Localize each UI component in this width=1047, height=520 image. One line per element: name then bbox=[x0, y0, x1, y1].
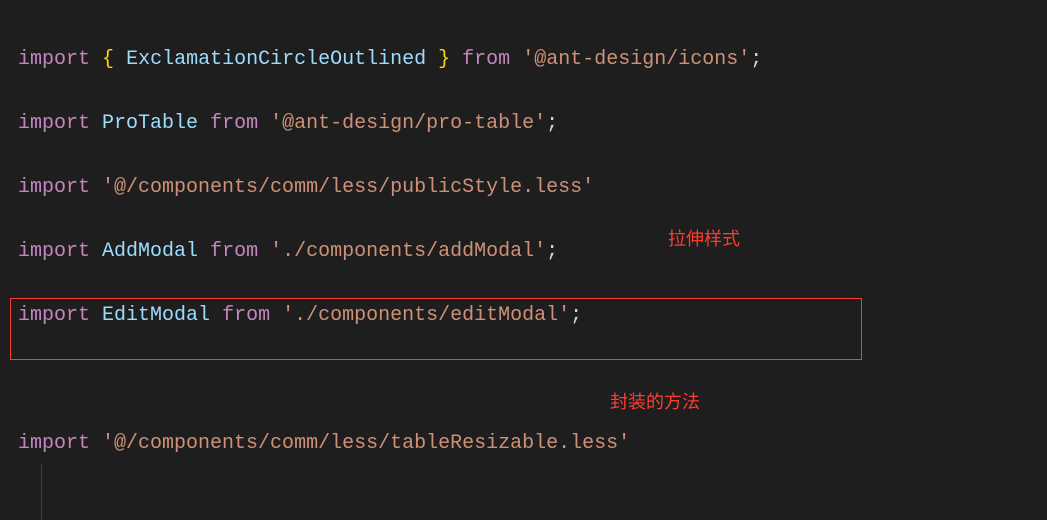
string-literal: './components/editModal' bbox=[282, 304, 570, 327]
indent-guide bbox=[41, 464, 42, 520]
string-literal: './components/addModal' bbox=[270, 240, 546, 263]
annotation-stretch-style: 拉伸样式 bbox=[668, 225, 740, 251]
code-line[interactable]: import EditModal from './components/edit… bbox=[18, 300, 1047, 332]
code-line[interactable]: import { ExclamationCircleOutlined } fro… bbox=[18, 44, 1047, 76]
annotation-wrapped-method: 封装的方法 bbox=[610, 388, 700, 414]
code-editor[interactable]: import { ExclamationCircleOutlined } fro… bbox=[0, 0, 1047, 520]
identifier: EditModal bbox=[102, 304, 210, 327]
identifier: ProTable bbox=[102, 112, 198, 135]
keyword-import: import bbox=[18, 112, 90, 135]
semicolon: ; bbox=[546, 112, 558, 135]
code-line[interactable] bbox=[18, 492, 1047, 520]
keyword-from: from bbox=[222, 304, 270, 327]
identifier: AddModal bbox=[102, 240, 198, 263]
string-literal: '@ant-design/pro-table' bbox=[270, 112, 546, 135]
code-line[interactable]: import '@/components/comm/less/publicSty… bbox=[18, 172, 1047, 204]
semicolon: ; bbox=[570, 304, 582, 327]
code-line[interactable] bbox=[18, 364, 1047, 396]
keyword-from: from bbox=[210, 240, 258, 263]
code-line[interactable]: import '@/components/comm/less/tableResi… bbox=[18, 428, 1047, 460]
keyword-from: from bbox=[210, 112, 258, 135]
keyword-import: import bbox=[18, 48, 90, 71]
keyword-from: from bbox=[462, 48, 510, 71]
identifier: ExclamationCircleOutlined bbox=[126, 48, 426, 71]
string-literal: '@/components/comm/less/publicStyle.less… bbox=[102, 176, 594, 199]
string-literal: '@/components/comm/less/tableResizable.l… bbox=[102, 432, 630, 455]
brace-close: } bbox=[438, 48, 450, 71]
semicolon: ; bbox=[546, 240, 558, 263]
string-literal: '@ant-design/icons' bbox=[522, 48, 750, 71]
code-line[interactable]: import AddModal from './components/addMo… bbox=[18, 236, 1047, 268]
brace-open: { bbox=[102, 48, 114, 71]
keyword-import: import bbox=[18, 240, 90, 263]
code-line[interactable]: import ProTable from '@ant-design/pro-ta… bbox=[18, 108, 1047, 140]
keyword-import: import bbox=[18, 176, 90, 199]
keyword-import: import bbox=[18, 304, 90, 327]
semicolon: ; bbox=[750, 48, 762, 71]
keyword-import: import bbox=[18, 432, 90, 455]
